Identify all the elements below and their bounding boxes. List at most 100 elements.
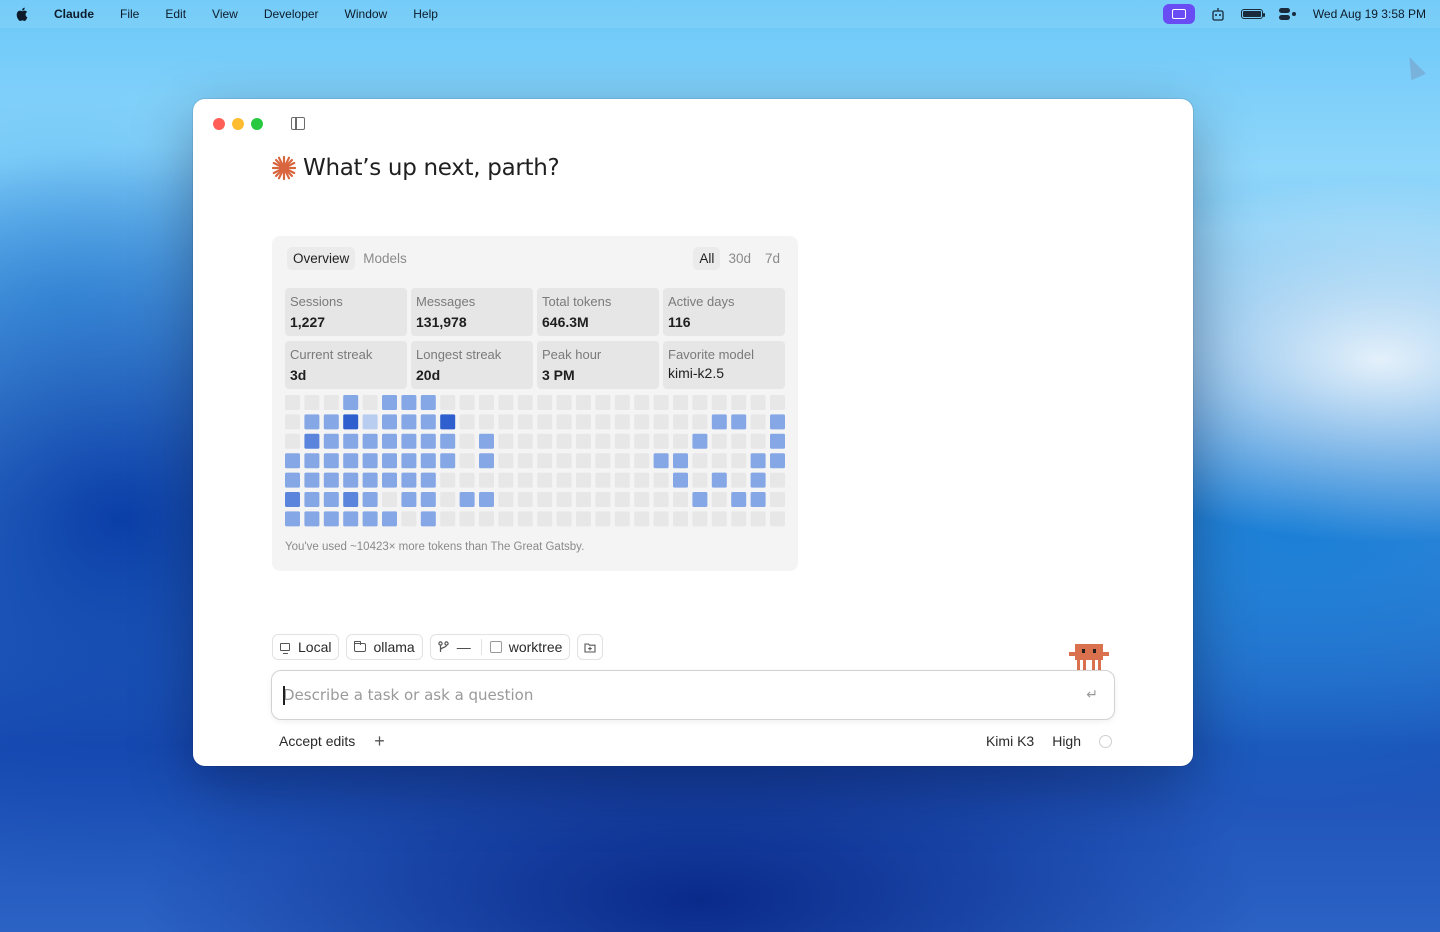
range-30d[interactable]: 30d xyxy=(722,247,757,270)
heatmap-cell xyxy=(556,472,572,488)
menu-app-name[interactable]: Claude xyxy=(54,7,94,21)
menu-view[interactable]: View xyxy=(212,7,238,21)
battery-icon[interactable] xyxy=(1240,9,1265,19)
heatmap-cell xyxy=(420,395,436,410)
prompt-box: ↵ xyxy=(271,670,1115,720)
accept-edits-button[interactable]: Accept edits xyxy=(272,730,362,752)
heatmap-cell xyxy=(401,453,417,469)
tab-overview[interactable]: Overview xyxy=(287,247,356,270)
heatmap-cell xyxy=(343,395,359,410)
token-fact: You've used ~10423× more tokens than The… xyxy=(285,541,585,553)
heatmap-cell xyxy=(479,511,494,527)
add-icon[interactable]: + xyxy=(374,732,385,750)
stat-label: Messages xyxy=(416,294,476,309)
heatmap-cell xyxy=(285,433,300,449)
heatmap-cell xyxy=(382,511,397,527)
menu-window[interactable]: Window xyxy=(345,7,388,21)
heatmap-cell xyxy=(711,492,727,507)
heatmap-cell xyxy=(459,414,475,430)
heatmap-cell xyxy=(420,472,436,488)
menu-clock[interactable]: Wed Aug 19 3:58 PM xyxy=(1313,7,1426,21)
heatmap-cell xyxy=(498,433,514,449)
worktree-label: worktree xyxy=(508,639,563,655)
heatmap-cell xyxy=(673,492,688,507)
zoom-window-button[interactable] xyxy=(251,118,263,130)
heatmap-cell xyxy=(750,472,766,488)
heatmap-cell xyxy=(614,472,630,488)
heatmap-cell xyxy=(556,492,572,507)
heatmap-cell xyxy=(576,511,591,527)
heatmap-cell xyxy=(711,433,727,449)
heatmap-cell xyxy=(537,511,553,527)
heatmap-cell xyxy=(517,395,533,410)
tab-models[interactable]: Models xyxy=(357,247,413,270)
heatmap-cell xyxy=(634,453,650,469)
heatmap-cell xyxy=(692,453,708,469)
heatmap-cell xyxy=(770,433,785,449)
menu-edit[interactable]: Edit xyxy=(165,7,186,21)
menu-file[interactable]: File xyxy=(120,7,139,21)
project-folder-chip[interactable]: ollama xyxy=(346,634,423,660)
heatmap-cell xyxy=(595,511,611,527)
heatmap-cell xyxy=(323,472,339,488)
folder-plus-icon xyxy=(584,642,596,653)
close-window-button[interactable] xyxy=(213,118,225,130)
screen-share-icon[interactable] xyxy=(1162,4,1195,24)
heatmap-cell xyxy=(498,453,514,469)
traffic-lights xyxy=(213,118,270,130)
greeting: What’s up next, parth? xyxy=(271,155,560,181)
heatmap-cell xyxy=(382,395,397,410)
model-selector[interactable]: Kimi K3 xyxy=(986,733,1034,749)
heatmap-cell xyxy=(401,433,417,449)
prompt-input[interactable] xyxy=(283,671,1063,719)
heatmap-cell xyxy=(440,453,456,469)
menu-developer[interactable]: Developer xyxy=(264,7,319,21)
heatmap-cell xyxy=(362,492,378,507)
range-7d[interactable]: 7d xyxy=(759,247,786,270)
heatmap-cell xyxy=(440,414,456,430)
apple-icon[interactable] xyxy=(16,7,28,21)
heatmap-cell xyxy=(614,511,630,527)
heatmap-cell xyxy=(440,492,456,507)
heatmap-cell xyxy=(498,414,514,430)
control-center-icon[interactable] xyxy=(1278,8,1297,20)
git-branch-icon xyxy=(438,641,449,652)
heatmap-cell xyxy=(343,433,359,449)
heatmap-cell xyxy=(576,453,591,469)
context-usage-icon[interactable] xyxy=(1099,734,1112,748)
heatmap-cell xyxy=(285,395,300,410)
heatmap-cell xyxy=(576,472,591,488)
menu-help[interactable]: Help xyxy=(413,7,438,21)
heatmap-cell xyxy=(692,472,708,488)
project-folder-label: ollama xyxy=(373,639,415,655)
heatmap-cell xyxy=(576,492,591,507)
heatmap-cell xyxy=(304,492,320,507)
range-all[interactable]: All xyxy=(693,247,721,270)
sidebar-toggle-icon[interactable] xyxy=(291,117,305,130)
claude-spark-icon xyxy=(271,155,297,181)
branch-chip[interactable]: — worktree xyxy=(429,634,571,660)
heatmap-cell xyxy=(634,492,650,507)
heatmap-cell xyxy=(731,453,747,469)
heatmap-cell xyxy=(750,414,766,430)
robot-icon[interactable] xyxy=(1211,7,1225,21)
heatmap-cell xyxy=(420,433,436,449)
prompt-options-bar: Accept edits + Kimi K3 High xyxy=(272,729,1112,753)
add-folder-button[interactable] xyxy=(577,634,604,660)
local-chip[interactable]: Local xyxy=(272,634,340,660)
heatmap-cell xyxy=(614,395,630,410)
worktree-checkbox[interactable] xyxy=(489,641,502,653)
minimize-window-button[interactable] xyxy=(232,118,244,130)
heatmap-cell xyxy=(750,453,766,469)
heatmap-cell xyxy=(556,433,572,449)
effort-selector[interactable]: High xyxy=(1052,733,1081,749)
heatmap-cell xyxy=(459,511,475,527)
heatmap-cell xyxy=(362,433,378,449)
stat-value: 3d xyxy=(290,367,307,383)
heatmap-cell xyxy=(731,511,747,527)
heatmap-cell xyxy=(614,433,630,449)
activity-heatmap-svg xyxy=(285,395,785,527)
enter-icon[interactable]: ↵ xyxy=(1086,686,1098,703)
stat-label: Sessions xyxy=(290,294,343,309)
range-selector: All 30d 7d xyxy=(691,247,786,270)
